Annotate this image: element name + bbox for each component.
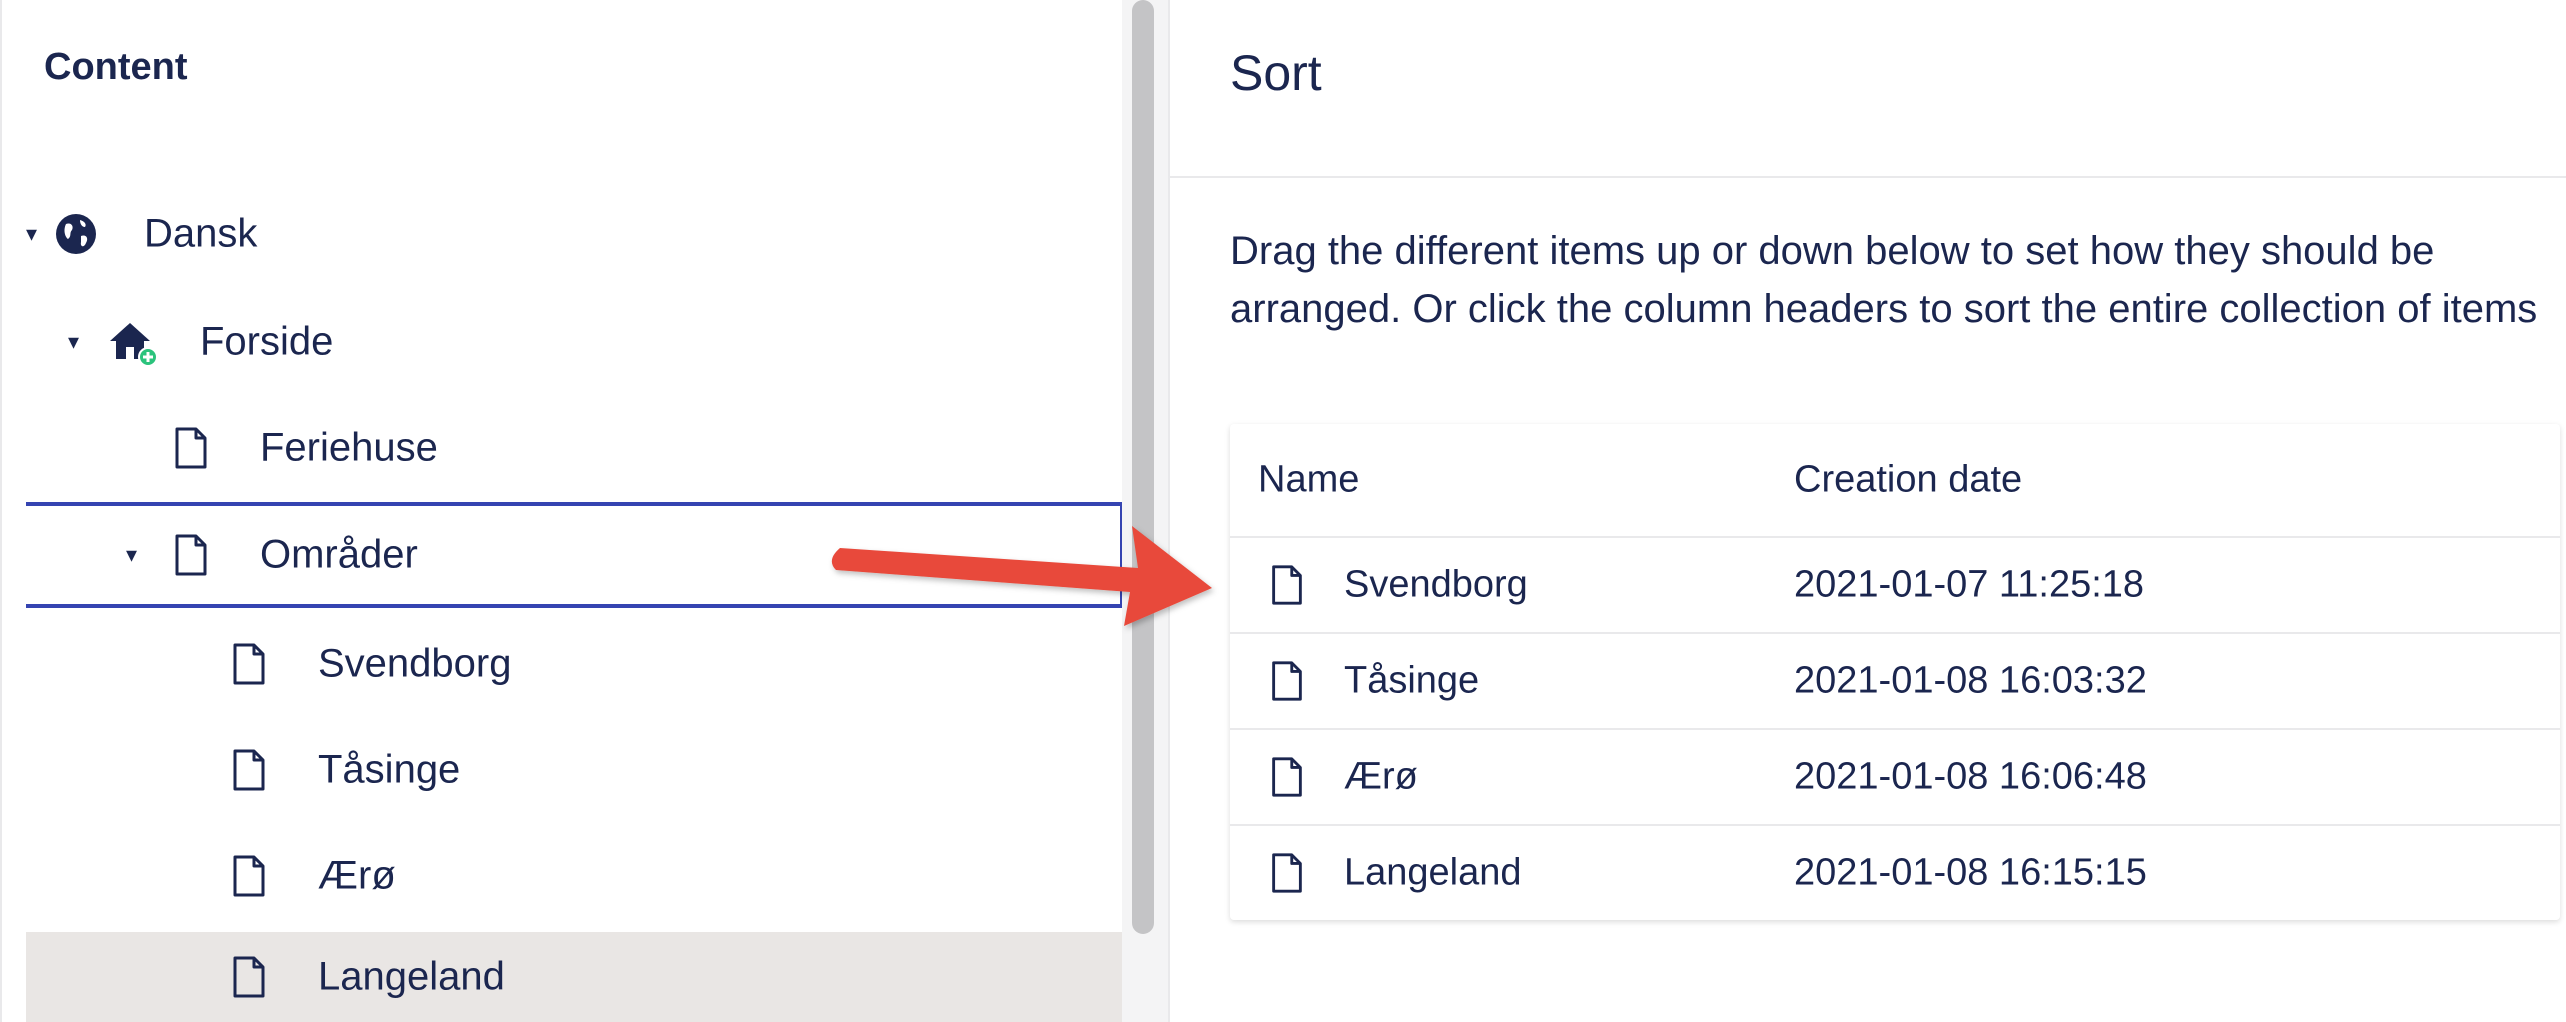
table-row[interactable]: Tåsinge 2021-01-08 16:03:32	[1230, 634, 2560, 730]
tree-item-langeland[interactable]: Langeland	[26, 932, 1124, 1022]
document-icon	[1272, 757, 1302, 797]
sort-table: Name Creation date Svendborg 2021-01-07 …	[1230, 424, 2560, 920]
table-row[interactable]: Svendborg 2021-01-07 11:25:18	[1230, 538, 2560, 634]
tree-item-label: Svendborg	[318, 641, 512, 686]
tree-item-label: Tåsinge	[318, 747, 461, 792]
document-icon	[175, 534, 207, 576]
table-row[interactable]: Langeland 2021-01-08 16:15:15	[1230, 826, 2560, 920]
tree-item-omrader[interactable]: ▾ Områder	[26, 502, 1124, 608]
tree-item-label: Dansk	[144, 211, 258, 256]
tree-item-aero[interactable]: Ærø	[26, 824, 1124, 928]
row-name: Svendborg	[1344, 563, 1528, 606]
row-name: Tåsinge	[1344, 659, 1480, 702]
tree-item-feriehuse[interactable]: Feriehuse	[26, 396, 1124, 500]
tree-item-dansk[interactable]: ▾ Dansk	[26, 182, 1124, 286]
globe-icon	[56, 214, 96, 254]
document-icon	[233, 855, 265, 897]
row-creation-date: 2021-01-07 11:25:18	[1794, 563, 2145, 606]
caret-down-icon[interactable]: ▾	[126, 542, 137, 568]
scrollbar-thumb[interactable]	[1132, 0, 1154, 934]
tree-item-label: Områder	[260, 532, 418, 577]
sort-title: Sort	[1230, 45, 1322, 101]
tree-item-label: Forside	[200, 319, 334, 364]
row-name: Langeland	[1344, 851, 1522, 894]
row-creation-date: 2021-01-08 16:06:48	[1794, 755, 2147, 798]
document-icon	[233, 956, 265, 998]
document-icon	[233, 643, 265, 685]
tree-item-label: Feriehuse	[260, 425, 438, 470]
column-header-creation-date[interactable]: Creation date	[1794, 459, 2022, 502]
sort-panel: Sort Drag the different items up or down…	[1168, 0, 2566, 1022]
tree-item-label: Ærø	[318, 853, 396, 898]
caret-down-icon[interactable]: ▾	[26, 221, 37, 247]
tree-scrollbar[interactable]	[1122, 0, 1168, 1022]
column-header-name[interactable]: Name	[1258, 459, 1359, 502]
sort-description: Drag the different items up or down belo…	[1230, 229, 2538, 331]
row-name: Ærø	[1344, 755, 1418, 798]
tree-item-forside[interactable]: ▾ Forside	[26, 290, 1124, 394]
table-header: Name Creation date	[1230, 424, 2560, 538]
home-add-icon	[110, 323, 158, 367]
document-icon	[233, 749, 265, 791]
tree-item-tasinge[interactable]: Tåsinge	[26, 718, 1124, 822]
document-icon	[1272, 661, 1302, 701]
row-creation-date: 2021-01-08 16:03:32	[1794, 659, 2147, 702]
document-icon	[1272, 565, 1302, 605]
tree-item-label: Langeland	[318, 954, 505, 999]
row-creation-date: 2021-01-08 16:15:15	[1794, 851, 2147, 894]
caret-down-icon[interactable]: ▾	[68, 329, 79, 355]
document-icon	[175, 427, 207, 469]
tree-title: Content	[44, 46, 188, 88]
content-tree-panel: Content ▾ Dansk ▾ Forside Feriehuse ▾ Om…	[0, 0, 1124, 1022]
document-icon	[1272, 853, 1302, 893]
tree-item-svendborg[interactable]: Svendborg	[26, 612, 1124, 716]
sort-header: Sort	[1170, 0, 2566, 178]
table-row[interactable]: Ærø 2021-01-08 16:06:48	[1230, 730, 2560, 826]
